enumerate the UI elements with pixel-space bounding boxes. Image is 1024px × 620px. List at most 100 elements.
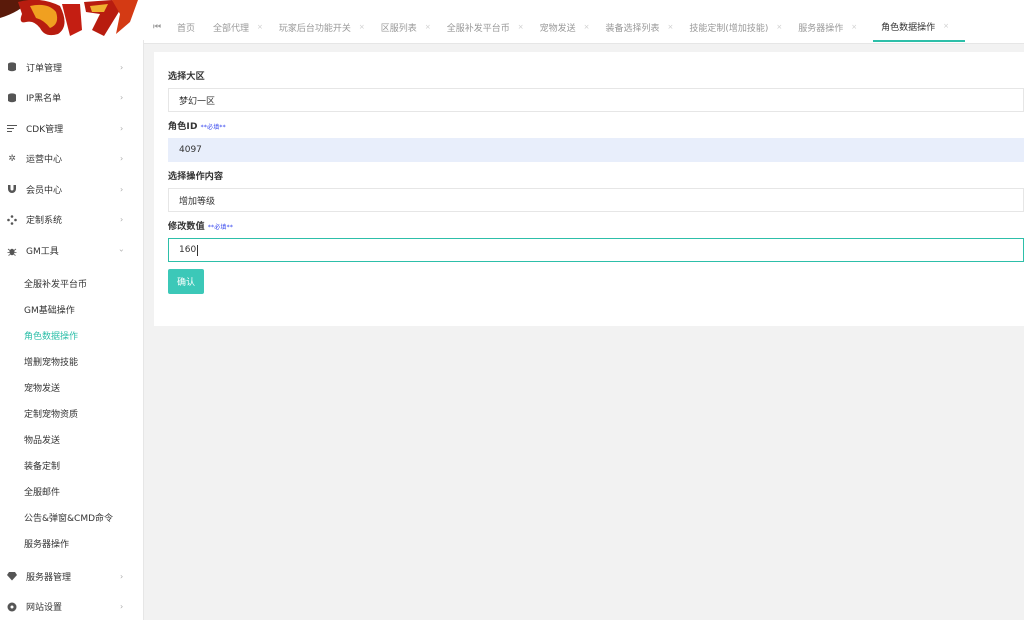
gear-icon: ✲: [8, 153, 16, 164]
sidebar-item-cdk[interactable]: CDK管理 ›: [0, 113, 144, 144]
modify-value-text: 160: [179, 245, 197, 255]
tab-equipment-list[interactable]: 装备选择列表 ×: [605, 12, 689, 42]
submenu-item[interactable]: 增删宠物技能: [0, 348, 144, 374]
sidebar-menu: 订单管理 › IP黑名单 › CDK管理 › ✲ 运营中心 › 会员中心 › 定…: [0, 52, 144, 620]
chevron-right-icon: ›: [120, 93, 124, 103]
modify-value-label: 修改数值 **必填**: [168, 219, 1024, 232]
operation-label: 选择操作内容: [168, 172, 224, 182]
sidebar-item-ip-blacklist[interactable]: IP黑名单 ›: [0, 83, 144, 114]
region-value: 梦幻一区: [179, 96, 216, 107]
close-icon[interactable]: ×: [518, 23, 524, 31]
text-cursor: [197, 244, 199, 256]
tab-bar: ⏮ 首页 全部代理 × 玩家后台功能开关 × 区服列表 × 全服补发平台币 × 宠物发送…: [144, 0, 1024, 44]
database-icon: [6, 61, 18, 73]
sidebar-item-site-settings[interactable]: 网站设置 ›: [0, 592, 144, 620]
close-icon[interactable]: ×: [584, 23, 590, 31]
tab-label: 装备选择列表: [605, 23, 660, 34]
tabs-scroll-left-icon[interactable]: ⏮: [153, 22, 161, 32]
role-id-label: 角色ID **必填**: [168, 119, 1024, 132]
close-icon[interactable]: ×: [776, 23, 782, 31]
tab-list: 首页 全部代理 × 玩家后台功能开关 × 区服列表 × 全服补发平台币 × 宠物发送 × …: [177, 12, 966, 42]
sidebar-item-label: 服务器管理: [26, 572, 72, 583]
tab-home[interactable]: 首页: [177, 12, 213, 42]
submenu-item[interactable]: 宠物发送: [0, 374, 144, 400]
chevron-right-icon: ›: [120, 184, 124, 194]
modify-value-group: 修改数值 **必填** 160: [168, 219, 1024, 262]
tab-label: 玩家后台功能开关: [278, 23, 351, 34]
chevron-right-icon: ›: [120, 62, 124, 72]
chevron-right-icon: ›: [120, 215, 124, 225]
sidebar: 订单管理 › IP黑名单 › CDK管理 › ✲ 运营中心 › 会员中心 › 定…: [0, 0, 144, 620]
logo: [0, 0, 144, 40]
tab-server-list[interactable]: 区服列表 ×: [381, 12, 447, 42]
tab-label: 角色数据操作: [881, 22, 936, 33]
region-label: 选择大区: [168, 72, 205, 82]
tab-label: 全部代理: [213, 23, 250, 34]
submenu-item[interactable]: GM基础操作: [0, 296, 144, 322]
sidebar-item-operations[interactable]: ✲ 运营中心 ›: [0, 144, 144, 175]
role-id-value: 4097: [179, 145, 202, 155]
sidebar-item-gm-tools[interactable]: GM工具 ›: [0, 235, 144, 266]
tab-label: 区服列表: [380, 23, 417, 34]
tab-skill-custom[interactable]: 技能定制(增加技能) ×: [689, 12, 798, 42]
required-note: **必填**: [207, 224, 234, 231]
sidebar-item-server-management[interactable]: 服务器管理 ›: [0, 561, 144, 592]
role-id-group: 角色ID **必填** 4097: [168, 119, 1024, 162]
sidebar-item-custom-system[interactable]: 定制系统 ›: [0, 205, 144, 236]
submenu-item[interactable]: 服务器操作: [0, 531, 144, 557]
sidebar-item-label: IP黑名单: [26, 94, 62, 105]
sidebar-item-label: GM工具: [26, 247, 59, 257]
sidebar-item-label: 订单管理: [26, 63, 63, 74]
sidebar-item-label: CDK管理: [26, 124, 64, 135]
tab-label: 全服补发平台币: [446, 23, 510, 34]
sidebar-item-label: 网站设置: [26, 603, 63, 614]
sidebar-item-orders[interactable]: 订单管理 ›: [0, 52, 144, 83]
operation-select[interactable]: 增加等级: [168, 188, 1024, 212]
chevron-down-icon: ›: [117, 248, 127, 253]
diamond-icon: [6, 570, 18, 582]
submenu-item[interactable]: 物品发送: [0, 427, 144, 453]
close-icon[interactable]: ×: [667, 23, 673, 31]
tab-all-agents[interactable]: 全部代理 ×: [213, 12, 279, 42]
role-id-label-text: 角色ID: [168, 122, 198, 132]
close-icon[interactable]: ×: [943, 22, 949, 30]
chevron-right-icon: ›: [120, 602, 124, 612]
required-note: **必填**: [200, 124, 226, 131]
submenu-item-active[interactable]: 角色数据操作: [0, 322, 144, 348]
tab-label: 技能定制(增加技能): [689, 23, 769, 34]
modify-value-input[interactable]: 160: [168, 238, 1024, 262]
sidebar-item-label: 运营中心: [26, 155, 63, 166]
submenu-item[interactable]: 装备定制: [0, 453, 144, 479]
close-icon[interactable]: ×: [851, 23, 857, 31]
chevron-right-icon: ›: [120, 154, 124, 164]
confirm-button[interactable]: 确认: [168, 269, 204, 294]
role-data-form: 选择大区 梦幻一区 角色ID **必填** 4097 选择操作内容 增加等级 修改…: [154, 52, 1024, 326]
sidebar-item-label: 会员中心: [26, 185, 63, 196]
operation-group: 选择操作内容 增加等级: [168, 169, 1024, 212]
close-icon[interactable]: ×: [425, 23, 431, 31]
submenu-item[interactable]: 公告&弹窗&CMD命令: [0, 505, 144, 531]
tab-role-data[interactable]: 角色数据操作 ×: [873, 12, 966, 42]
list-icon: [6, 122, 18, 134]
tab-reissue-currency[interactable]: 全服补发平台币 ×: [447, 12, 540, 42]
region-group: 选择大区 梦幻一区: [168, 69, 1024, 112]
tab-label: 宠物发送: [539, 23, 576, 34]
submenu-item[interactable]: 全服邮件: [0, 479, 144, 505]
submenu-item[interactable]: 定制宠物资质: [0, 400, 144, 426]
database-icon: [6, 92, 18, 104]
chevron-right-icon: ›: [120, 571, 124, 581]
region-select[interactable]: 梦幻一区: [168, 88, 1024, 112]
settings-circle-icon: [6, 601, 18, 613]
role-id-input[interactable]: 4097: [168, 138, 1024, 162]
dpad-icon: [6, 214, 18, 226]
modify-value-label-text: 修改数值: [168, 222, 205, 232]
tab-player-switches[interactable]: 玩家后台功能开关 ×: [279, 12, 381, 42]
tab-pet-send[interactable]: 宠物发送 ×: [540, 12, 606, 42]
submenu-item[interactable]: 全服补发平台币: [0, 270, 144, 296]
close-icon[interactable]: ×: [257, 23, 263, 31]
tab-server-ops[interactable]: 服务器操作 ×: [798, 12, 873, 42]
magnet-icon: [6, 183, 18, 195]
close-icon[interactable]: ×: [359, 23, 365, 31]
gm-tools-submenu: 全服补发平台币 GM基础操作 角色数据操作 增删宠物技能 宠物发送 定制宠物资质…: [0, 270, 144, 557]
sidebar-item-members[interactable]: 会员中心 ›: [0, 174, 144, 205]
